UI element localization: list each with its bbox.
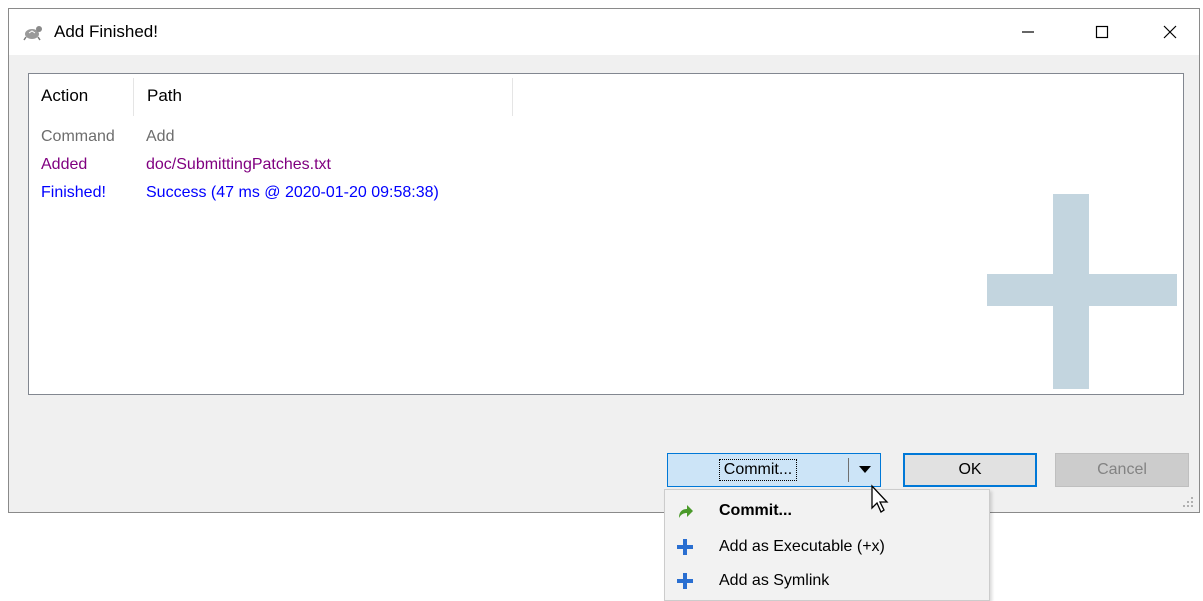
resize-grip-icon[interactable]: [1181, 495, 1195, 509]
commit-button-label: Commit...: [718, 459, 798, 481]
row-path: Success (47 ms @ 2020-01-20 09:58:38): [146, 184, 439, 201]
list-row[interactable]: Added doc/SubmittingPatches.txt: [29, 152, 1183, 180]
row-path: Add: [146, 128, 175, 145]
row-action: Finished!: [41, 184, 106, 201]
title-bar: Add Finished!: [9, 9, 1199, 55]
green-arrow-icon: [675, 501, 695, 521]
menu-item-label: Add as Executable (+x): [719, 538, 885, 555]
tortoisegit-app-icon: [23, 26, 42, 41]
mouse-cursor-icon: [871, 484, 889, 513]
plus-icon: [675, 571, 695, 591]
progress-list[interactable]: Action Path Command Add Added doc/Submit…: [28, 73, 1184, 395]
column-separator[interactable]: [133, 78, 134, 116]
commit-button[interactable]: Commit...: [668, 454, 848, 486]
window-title: Add Finished!: [54, 22, 158, 41]
menu-item-label: Commit...: [719, 502, 792, 519]
commit-dropdown-arrow[interactable]: [849, 454, 880, 486]
row-path: doc/SubmittingPatches.txt: [146, 156, 331, 173]
ok-button[interactable]: OK: [903, 453, 1037, 487]
close-button[interactable]: [1147, 9, 1193, 55]
column-header-action[interactable]: Action: [41, 74, 141, 118]
add-finished-dialog: Add Finished! Action Path Command Add Ad…: [8, 8, 1200, 513]
plus-icon: [675, 537, 695, 557]
commit-dropdown-menu: Commit... Add as Executable (+x) Add as …: [664, 489, 990, 601]
menu-item-label: Add as Symlink: [719, 572, 830, 589]
commit-split-button[interactable]: Commit...: [667, 453, 881, 487]
menu-item-add-executable[interactable]: Add as Executable (+x): [665, 530, 989, 564]
maximize-icon: [1095, 25, 1109, 39]
row-action: Added: [41, 156, 88, 173]
cancel-button[interactable]: Cancel: [1055, 453, 1189, 487]
menu-item-commit[interactable]: Commit...: [665, 494, 989, 528]
menu-item-add-symlink[interactable]: Add as Symlink: [665, 564, 989, 598]
add-plus-watermark-icon: [987, 194, 1177, 389]
close-icon: [1163, 25, 1177, 39]
row-action: Command: [41, 128, 115, 145]
list-row[interactable]: Command Add: [29, 124, 1183, 152]
column-separator[interactable]: [512, 78, 513, 116]
column-header-path[interactable]: Path: [147, 74, 507, 118]
maximize-button[interactable]: [1079, 9, 1125, 55]
minimize-button[interactable]: [1005, 9, 1051, 55]
minimize-icon: [1022, 31, 1034, 33]
dropdown-arrow-icon: [858, 466, 871, 473]
